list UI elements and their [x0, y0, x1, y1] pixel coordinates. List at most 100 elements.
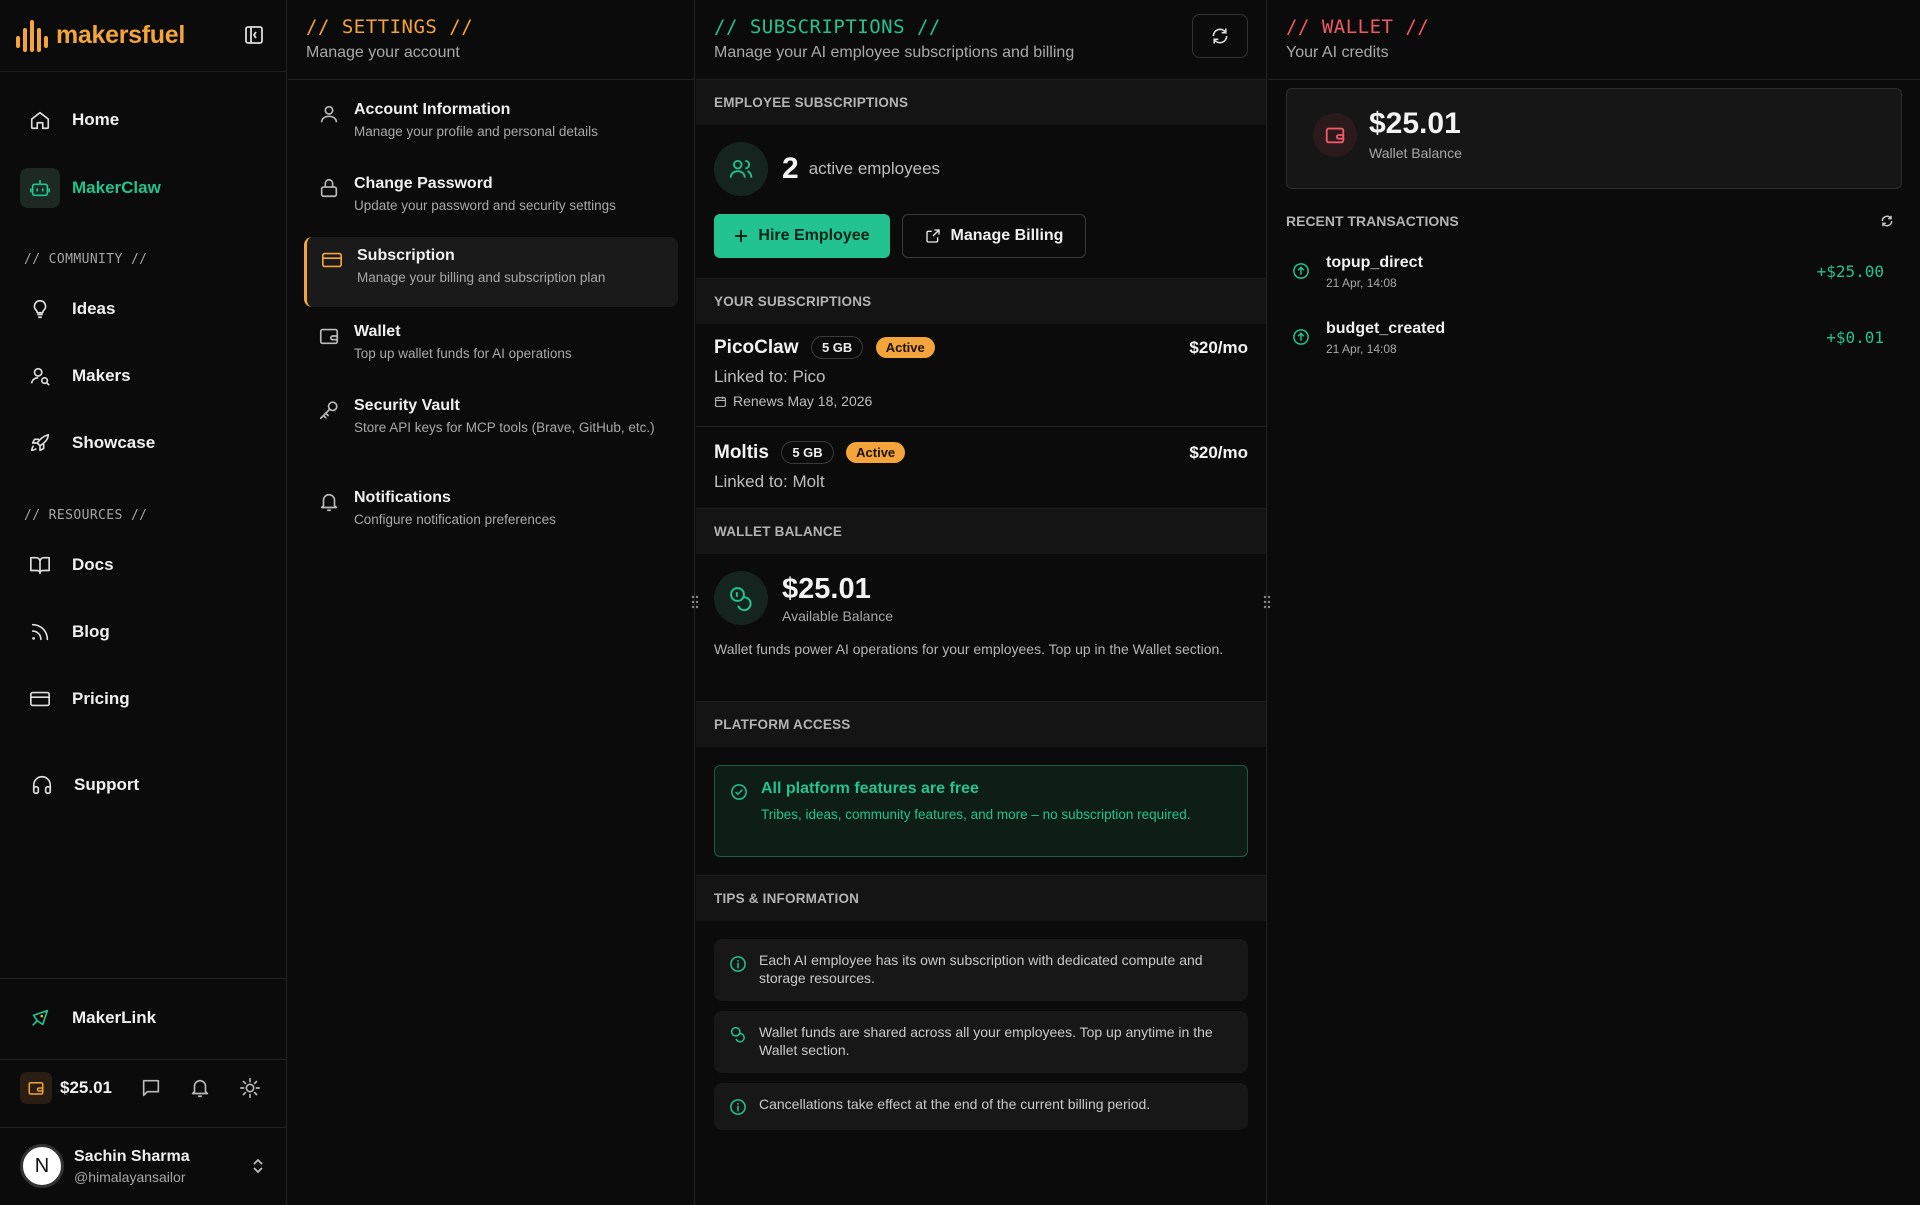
avatar: N [20, 1144, 64, 1188]
settings-title: // SETTINGS // [306, 16, 474, 38]
sidebar-divider [0, 978, 287, 979]
arrow-up-circle-icon [1292, 262, 1310, 280]
settings-item-notifications[interactable]: Notifications Configure notification pre… [304, 479, 678, 539]
settings-header: // SETTINGS // Manage your account [288, 0, 694, 80]
settings-item-desc: Update your password and security settin… [354, 198, 616, 213]
bell-icon[interactable] [189, 1077, 211, 1099]
calendar-icon [714, 395, 727, 408]
transaction-row[interactable]: budget_created 21 Apr, 14:08 +$0.01 [1292, 320, 1900, 370]
resize-handle-icon[interactable] [691, 594, 699, 610]
transaction-amount: +$0.01 [1826, 328, 1884, 347]
sidebar-item-makerclaw[interactable]: MakerClaw [20, 166, 270, 210]
settings-item-desc: Manage your profile and personal details [354, 124, 598, 139]
makerlink-icon [20, 998, 60, 1038]
wallet-icon [20, 1072, 52, 1104]
subscription-row[interactable]: PicoClaw 5 GB Active $20/mo Linked to: P… [714, 336, 1248, 409]
key-icon [318, 399, 340, 421]
sidebar-toolbar: $25.01 [20, 1072, 261, 1104]
subscription-linked: Linked to: Molt [714, 472, 825, 491]
settings-item-account[interactable]: Account Information Manage your profile … [304, 91, 678, 151]
chat-icon[interactable] [140, 1077, 162, 1099]
subscriptions-subtitle: Manage your AI employee subscriptions an… [714, 44, 1075, 61]
settings-item-title: Change Password [354, 175, 493, 192]
rss-icon [20, 612, 60, 652]
wallet-balance-button[interactable]: $25.01 [20, 1072, 112, 1104]
brand-name: makersfuel [56, 21, 186, 49]
refresh-icon[interactable] [1880, 214, 1894, 228]
sidebar-item-docs[interactable]: Docs [20, 543, 270, 587]
refresh-icon [1210, 26, 1230, 46]
tip-item: Cancellations take effect at the end of … [714, 1083, 1248, 1130]
wallet-title: // WALLET // [1286, 16, 1430, 38]
sidebar-item-home[interactable]: Home [20, 98, 270, 142]
chevron-up-down-icon[interactable] [250, 1156, 266, 1176]
transaction-name: topup_direct [1326, 254, 1423, 271]
section-your-subscriptions: YOUR SUBSCRIPTIONS [696, 278, 1266, 324]
credit-card-icon [321, 249, 343, 271]
manage-billing-label: Manage Billing [950, 227, 1064, 244]
sidebar-item-label: MakerClaw [72, 178, 161, 197]
settings-item-security-vault[interactable]: Security Vault Store API keys for MCP to… [304, 387, 678, 447]
headphones-icon [22, 765, 62, 805]
settings-item-title: Account Information [354, 101, 511, 118]
manage-billing-button[interactable]: Manage Billing [902, 214, 1086, 258]
sidebar-collapse-icon[interactable] [244, 25, 264, 45]
settings-item-subscription[interactable]: Subscription Manage your billing and sub… [304, 237, 678, 307]
wallet-subtitle: Your AI credits [1286, 44, 1389, 61]
users-icon [714, 142, 768, 196]
subscriptions-header: // SUBSCRIPTIONS // Manage your AI emplo… [696, 0, 1266, 80]
sidebar-divider [0, 1059, 287, 1060]
lock-icon [318, 177, 340, 199]
subscription-renewal: Renews May 18, 2026 [714, 393, 1248, 409]
sidebar-item-pricing[interactable]: Pricing [20, 677, 270, 721]
subscription-price: $20/mo [1189, 338, 1248, 357]
sidebar-item-label: Home [72, 110, 120, 129]
tip-item: Wallet funds are shared across all your … [714, 1011, 1248, 1073]
sidebar-item-showcase[interactable]: Showcase [20, 421, 270, 465]
subscriptions-title: // SUBSCRIPTIONS // [714, 16, 941, 38]
user-name: Sachin Sharma [74, 1147, 190, 1165]
refresh-button[interactable] [1192, 14, 1248, 58]
hire-employee-button[interactable]: Hire Employee [714, 214, 890, 258]
settings-item-password[interactable]: Change Password Update your password and… [304, 165, 678, 225]
user-icon [318, 103, 340, 125]
settings-item-title: Security Vault [354, 397, 460, 414]
settings-panel: // SETTINGS // Manage your account Accou… [288, 0, 695, 1205]
sidebar-item-blog[interactable]: Blog [20, 610, 270, 654]
active-label: active employees [808, 159, 941, 178]
settings-item-desc: Top up wallet funds for AI operations [354, 346, 572, 361]
section-wallet-balance: WALLET BALANCE [696, 508, 1266, 554]
rocket-icon [20, 423, 60, 463]
transaction-name: budget_created [1326, 320, 1446, 337]
user-search-icon [20, 356, 60, 396]
sidebar-item-makers[interactable]: Makers [20, 354, 270, 398]
home-icon [20, 100, 60, 140]
settings-item-wallet[interactable]: Wallet Top up wallet funds for AI operat… [304, 313, 678, 373]
subscription-row[interactable]: Moltis 5 GB Active $20/mo Linked to: Mol… [714, 441, 1248, 492]
settings-item-desc: Store API keys for MCP tools (Brave, Git… [354, 420, 655, 435]
sidebar-item-support[interactable]: Support [22, 763, 272, 807]
sidebar-item-ideas[interactable]: Ideas [20, 287, 270, 331]
wallet-amount: $25.01 [782, 572, 871, 605]
free-title: All platform features are free [761, 780, 979, 797]
subscription-linked: Linked to: Pico [714, 367, 826, 386]
recent-transactions-heading: RECENT TRANSACTIONS [1286, 213, 1459, 229]
section-resources: // RESOURCES // [24, 508, 148, 523]
wallet-amount-label: Available Balance [782, 607, 894, 624]
sidebar-item-label: Docs [72, 555, 114, 574]
sidebar-item-label: Makers [72, 366, 131, 385]
wallet-icon [1313, 113, 1357, 157]
bell-icon [318, 491, 340, 513]
subscriptions-panel: // SUBSCRIPTIONS // Manage your AI emplo… [696, 0, 1267, 1205]
sidebar-item-makerlink[interactable]: MakerLink [20, 996, 270, 1040]
wallet-header: // WALLET // Your AI credits [1268, 0, 1920, 80]
sidebar: makersfuel Home MakerClaw // COMMUNITY /… [0, 0, 287, 1205]
transaction-row[interactable]: topup_direct 21 Apr, 14:08 +$25.00 [1292, 254, 1900, 304]
transaction-date: 21 Apr, 14:08 [1326, 276, 1397, 290]
subscription-name: PicoClaw [714, 336, 799, 358]
theme-sun-icon[interactable] [239, 1077, 261, 1099]
platform-free-notice: All platform features are free Tribes, i… [714, 765, 1248, 857]
robot-icon [20, 168, 60, 208]
arrow-up-circle-icon [1292, 328, 1310, 346]
user-menu[interactable]: N Sachin Sharma @himalayansailor [20, 1144, 263, 1188]
